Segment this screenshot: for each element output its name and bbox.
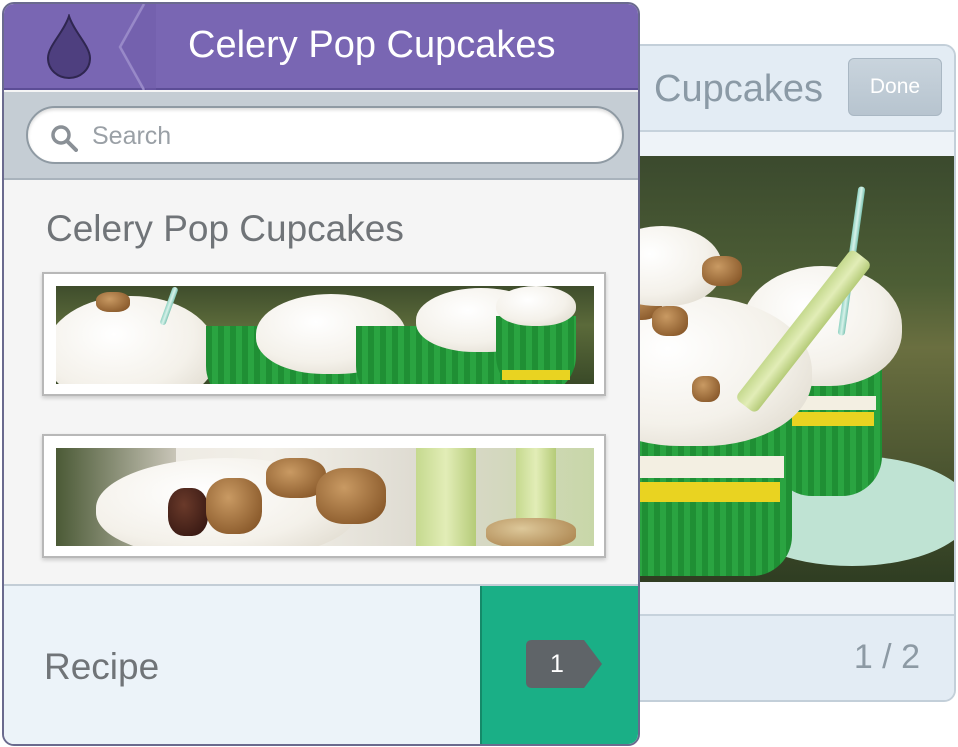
recipe-list-panel: Celery Pop Cupcakes Search Celery Pop Cu… (2, 2, 640, 746)
recipe-count-button[interactable]: 1 (480, 586, 638, 744)
chevron-left-icon[interactable] (116, 4, 156, 90)
section-title: Celery Pop Cupcakes (46, 208, 404, 249)
search-placeholder: Search (92, 122, 172, 150)
thumbnail-image (56, 286, 594, 384)
drop-icon[interactable] (44, 14, 94, 80)
list-header: Celery Pop Cupcakes (4, 4, 638, 90)
detail-title: Cupcakes (654, 68, 823, 110)
thumbnail-image (56, 448, 594, 546)
recipe-count: 1 (550, 650, 564, 678)
search-input[interactable]: Search (26, 106, 624, 164)
search-icon (51, 125, 78, 152)
header-title: Celery Pop Cupcakes (188, 24, 556, 66)
recipe-label[interactable]: Recipe (44, 646, 159, 688)
photo-thumbnail[interactable] (42, 272, 606, 396)
list-footer: Recipe 1 (4, 584, 638, 744)
photo-thumbnail[interactable] (42, 434, 606, 558)
done-button[interactable]: Done (848, 58, 942, 116)
search-bar: Search (4, 92, 638, 180)
page-counter: 1 / 2 (853, 638, 920, 676)
